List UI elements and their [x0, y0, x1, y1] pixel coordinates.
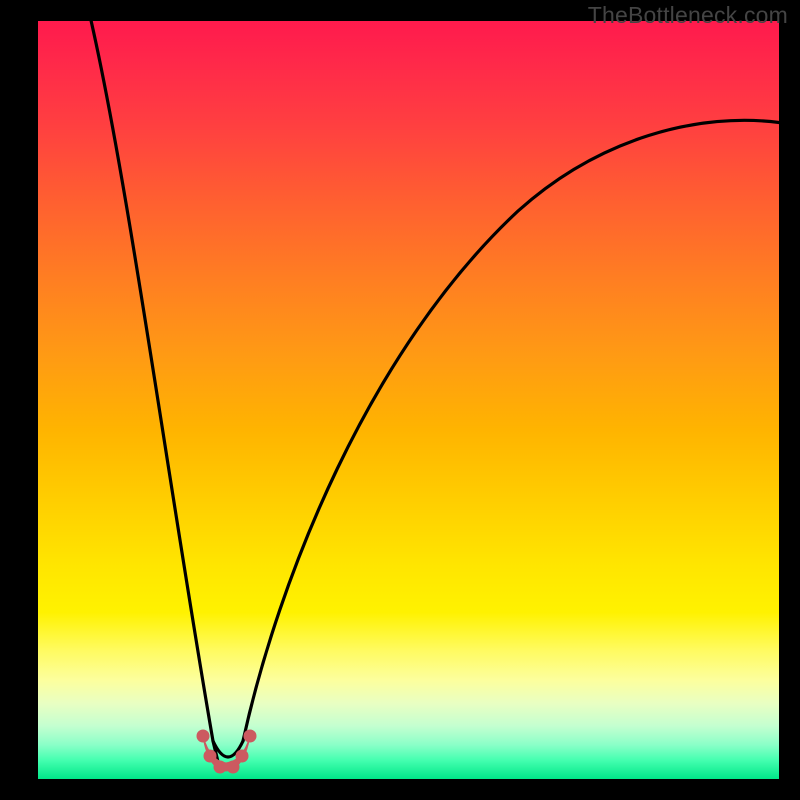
- curve-left: [90, 21, 219, 766]
- curve-right: [243, 120, 779, 741]
- outer-black-frame: TheBottleneck.com: [0, 0, 800, 800]
- watermark-text: TheBottleneck.com: [588, 2, 788, 29]
- chart-svg: [38, 21, 779, 779]
- gradient-plot-area: [38, 21, 779, 779]
- valley-marker-group: [197, 730, 256, 773]
